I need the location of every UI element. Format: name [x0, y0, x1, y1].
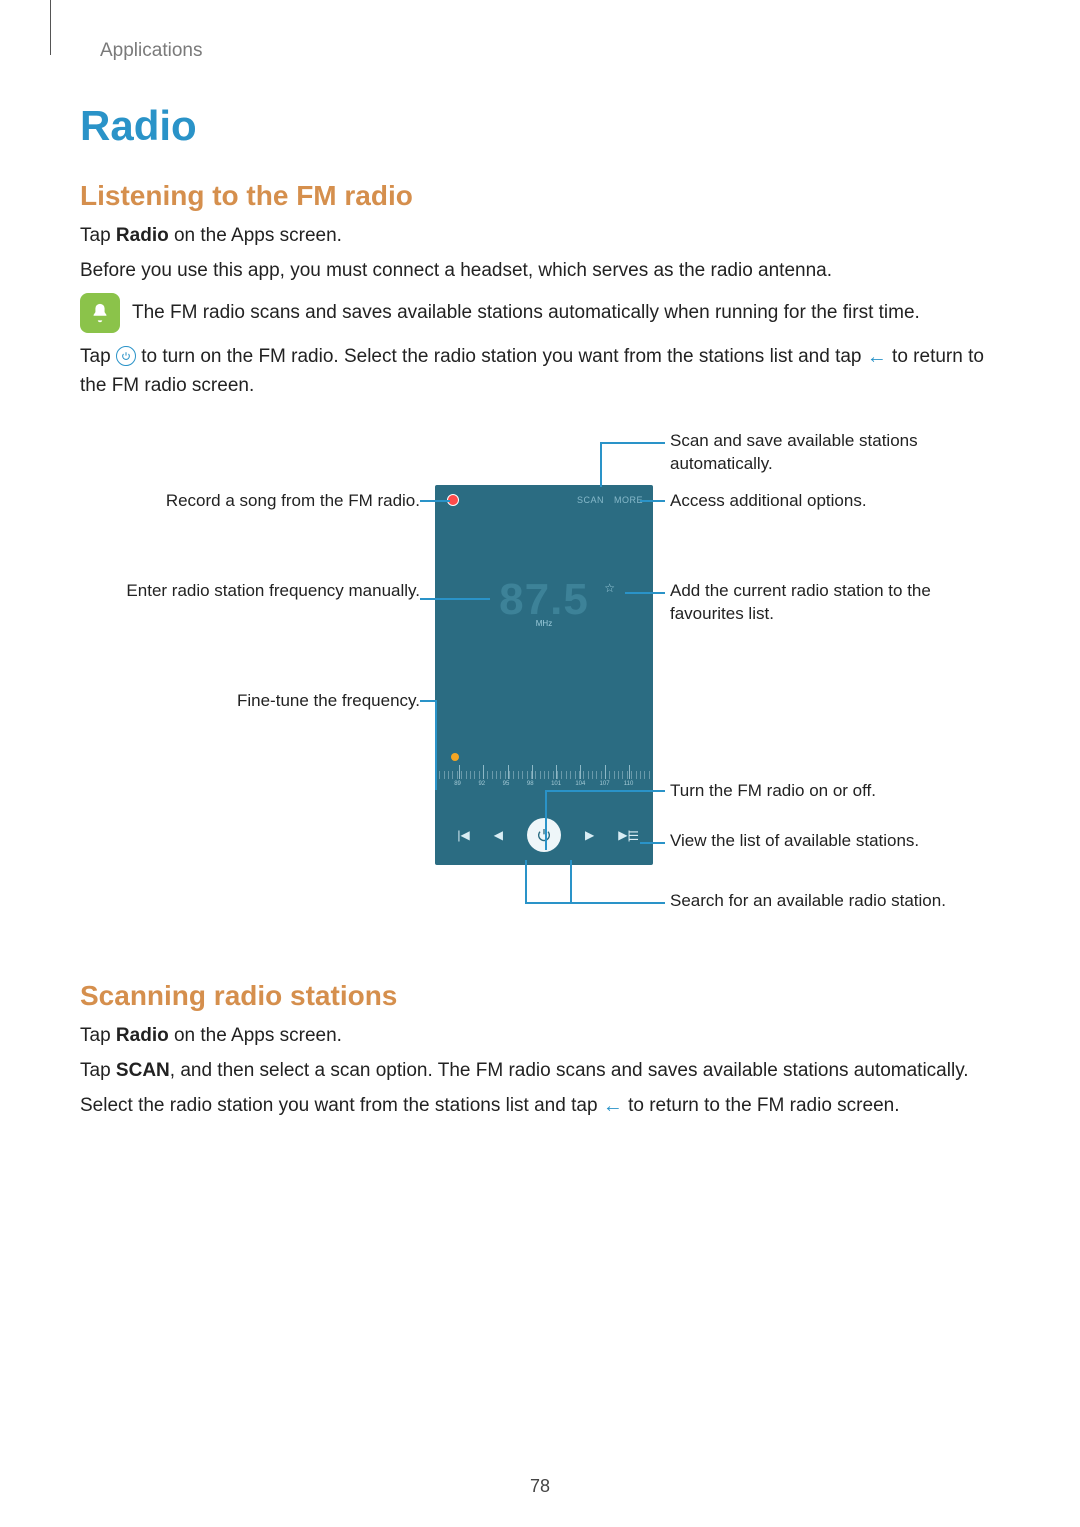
text: Tap — [80, 346, 116, 367]
prev-fine-icon: ◀ — [494, 828, 503, 842]
text: Tap — [80, 225, 116, 246]
dial-tick — [483, 765, 507, 779]
radio-diagram: SCAN MORE ☆ 87.5 MHz /*placeholder*/ |◀ … — [80, 430, 1010, 960]
callout-record: Record a song from the FM radio. — [80, 490, 420, 513]
dial-tick — [532, 765, 556, 779]
manual-page: Applications Radio Listening to the FM r… — [0, 0, 1080, 1527]
note-row: The FM radio scans and saves available s… — [80, 293, 1010, 334]
callout-list: View the list of available stations. — [670, 830, 980, 853]
leader-line — [435, 700, 437, 790]
text: on the Apps screen. — [169, 1025, 342, 1046]
text: , and then select a scan option. The FM … — [170, 1060, 969, 1081]
power-inline-icon — [116, 346, 136, 366]
dial-tick — [580, 765, 604, 779]
text: Select the radio station you want from t… — [80, 1095, 603, 1116]
text: on the Apps screen. — [169, 225, 342, 246]
phone-mock: SCAN MORE ☆ 87.5 MHz /*placeholder*/ |◀ … — [435, 485, 653, 865]
leader-line — [420, 500, 450, 502]
bell-icon — [80, 293, 120, 333]
prev-station-icon: |◀ — [457, 828, 469, 842]
leader-line — [545, 790, 665, 792]
callout-power: Turn the FM radio on or off. — [670, 780, 980, 803]
frequency-value: 87.5 — [435, 575, 653, 625]
leader-line — [600, 442, 665, 444]
dial-tick — [508, 765, 532, 779]
station-list-icon: ☰ — [628, 829, 639, 843]
callout-scan: Scan and save available stations automat… — [670, 430, 980, 476]
callout-fav: Add the current radio station to the fav… — [670, 580, 980, 626]
dial-indicator-icon — [451, 753, 459, 761]
back-arrow-icon: ← — [867, 342, 887, 372]
callout-search: Search for an available radio station. — [670, 890, 980, 913]
leader-line — [545, 790, 547, 850]
select-station-text: Select the radio station you want from t… — [80, 1091, 1010, 1121]
radio-bold: Radio — [116, 225, 169, 246]
instruction-text: Tap to turn on the FM radio. Select the … — [80, 342, 1010, 401]
section-header: Applications — [100, 40, 1010, 62]
leader-line — [525, 860, 527, 902]
leader-line — [420, 700, 435, 702]
leader-line — [525, 902, 665, 904]
headset-text: Before you use this app, you must connec… — [80, 257, 1010, 286]
dial-tick — [556, 765, 580, 779]
text: Tap — [80, 1060, 116, 1081]
frequency-display: ☆ 87.5 MHz — [435, 575, 653, 628]
scan-instruction-text: Tap SCAN, and then select a scan option.… — [80, 1057, 1010, 1086]
scan-button-label: SCAN — [571, 495, 610, 505]
scan-bold: SCAN — [116, 1060, 170, 1081]
page-number: 78 — [0, 1476, 1080, 1497]
side-rule — [50, 0, 51, 55]
dial-tick — [435, 765, 459, 779]
dial-tick — [629, 765, 653, 779]
back-arrow-icon: ← — [603, 1091, 623, 1121]
radio-bold: Radio — [116, 1025, 169, 1046]
callout-manual: Enter radio station frequency manually. — [80, 580, 420, 603]
text: to turn on the FM radio. Select the radi… — [141, 346, 867, 367]
scan-tap-text: Tap Radio on the Apps screen. — [80, 1022, 1010, 1051]
bottom-controls: |◀ ◀ ▶ ▶| — [435, 815, 653, 855]
subheading-listening: Listening to the FM radio — [80, 180, 1010, 212]
tap-radio-text: Tap Radio on the Apps screen. — [80, 222, 1010, 251]
phone-top-bar: SCAN MORE — [435, 485, 653, 515]
callout-finetune: Fine-tune the frequency. — [80, 690, 420, 713]
leader-line — [570, 860, 572, 902]
frequency-unit: MHz — [435, 619, 653, 628]
dial-tick — [605, 765, 629, 779]
text: to return to the FM radio screen. — [628, 1095, 899, 1116]
note-text: The FM radio scans and saves available s… — [132, 299, 920, 328]
leader-line — [640, 842, 665, 844]
leader-line — [625, 592, 665, 594]
leader-line — [600, 442, 602, 487]
subheading-scanning: Scanning radio stations — [80, 980, 1010, 1012]
next-fine-icon: ▶ — [585, 828, 594, 842]
dial-tick — [459, 765, 483, 779]
leader-line — [420, 598, 490, 600]
leader-line — [640, 500, 665, 502]
power-button-icon — [527, 818, 561, 852]
frequency-dial: /*placeholder*/ — [435, 765, 653, 805]
page-title: Radio — [80, 102, 1010, 150]
callout-more: Access additional options. — [670, 490, 980, 513]
favourite-star-icon: ☆ — [604, 581, 615, 595]
text: Tap — [80, 1025, 116, 1046]
